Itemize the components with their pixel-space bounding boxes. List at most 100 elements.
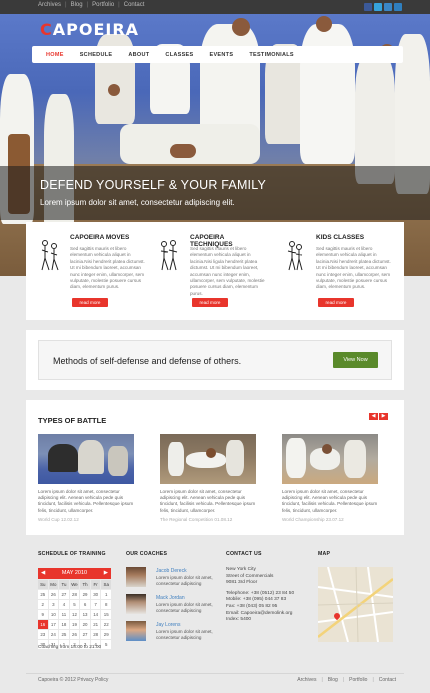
feature-kids-classes: KIDS CLASSES Sed sagittis mauris et libe… (272, 222, 392, 320)
coach-name[interactable]: Mack Jordan (156, 595, 185, 601)
bottom-link-contact[interactable]: Contact (379, 677, 396, 683)
nav-about[interactable]: ABOUT (120, 52, 157, 58)
calendar-day[interactable]: 21 (90, 620, 101, 629)
site-logo[interactable]: CAPOEIRA (40, 20, 139, 39)
nav-schedule[interactable]: SCHEDULE (72, 52, 121, 58)
coach-item: Jacob Dereck Lorem ipsum dolor sit amet,… (126, 567, 216, 587)
calendar-day[interactable]: 29 (80, 590, 90, 599)
schedule-title: SCHEDULE OF TRAINING (38, 551, 106, 557)
calendar-weekday: Tu (59, 580, 69, 589)
bottom-link-blog[interactable]: Blog (328, 677, 338, 683)
calendar-day[interactable]: 28 (69, 590, 80, 599)
next-arrow-icon[interactable]: ▶ (379, 413, 388, 420)
feature-text: Sed sagittis mauris et libero elementum … (190, 246, 265, 296)
calendar-day[interactable]: 10 (48, 610, 59, 619)
bottom-link-portfolio[interactable]: Portfolio (349, 677, 367, 683)
calendar-day[interactable]: 16 (38, 620, 48, 629)
read-more-button[interactable]: read more (318, 298, 354, 307)
battle-card-text: Lorem ipsum dolor sit amet, consectetur … (160, 489, 256, 513)
prev-arrow-icon[interactable]: ◀ (369, 413, 378, 420)
calendar-day[interactable]: 2 (38, 600, 48, 609)
calendar-day[interactable]: 5 (69, 600, 80, 609)
calendar-day[interactable]: 25 (38, 590, 48, 599)
calendar-day[interactable]: 17 (48, 620, 59, 629)
calendar-day[interactable]: 29 (101, 630, 111, 639)
bottom-links: Archives | Blog | Portfolio | Contact (297, 677, 396, 683)
nav-classes[interactable]: CLASSES (157, 52, 201, 58)
calendar-day[interactable]: 28 (90, 630, 101, 639)
calendar-day[interactable]: 25 (59, 630, 69, 639)
location-map[interactable] (318, 567, 393, 642)
schedule-note: Coaching from 18:00 to 21:00 (38, 645, 102, 650)
facebook-icon[interactable] (364, 3, 372, 11)
battle-card-text: Lorem ipsum dolor sit amet, consectetur … (282, 489, 378, 513)
calendar-day[interactable]: 20 (80, 620, 90, 629)
battle-photo[interactable] (160, 434, 256, 484)
coach-name[interactable]: Jay Lorens (156, 622, 180, 628)
fighters-icon (287, 241, 303, 271)
bottom-link-archives[interactable]: Archives (297, 677, 316, 683)
battle-card-meta: World Championship 23.07.12 (282, 516, 344, 522)
nav-home[interactable]: HOME (38, 52, 72, 58)
calendar-weekday: Su (38, 580, 48, 589)
calendar-day[interactable]: 8 (101, 600, 111, 609)
calendar-day[interactable]: 15 (101, 610, 111, 619)
calendar-day[interactable]: 11 (59, 610, 69, 619)
calendar-day[interactable]: 18 (59, 620, 69, 629)
battle-photo[interactable] (38, 434, 134, 484)
top-link-archives[interactable]: Archives (38, 2, 61, 8)
top-link-portfolio[interactable]: Portfolio (92, 2, 114, 8)
battle-card: Lorem ipsum dolor sit amet, consectetur … (282, 434, 378, 522)
calendar-day[interactable]: 5 (101, 640, 111, 649)
calendar-day[interactable]: 30 (90, 590, 101, 599)
battle-card-text: Lorem ipsum dolor sit amet, consectetur … (38, 489, 134, 513)
calendar-day[interactable]: 7 (90, 600, 101, 609)
nav-testimonials[interactable]: TESTIMONIALS (241, 52, 302, 58)
hero-caption-band (0, 166, 430, 220)
calendar-next-icon[interactable]: ▶ (104, 568, 108, 579)
calendar-day[interactable]: 27 (59, 590, 69, 599)
calendar-day[interactable]: 14 (90, 610, 101, 619)
rss-icon[interactable] (384, 3, 392, 11)
twitter-icon[interactable] (374, 3, 382, 11)
calendar-day[interactable]: 24 (48, 630, 59, 639)
calendar-day[interactable]: 19 (69, 620, 80, 629)
calendar-day[interactable]: 26 (69, 630, 80, 639)
fighters-icon (41, 240, 59, 271)
avatar[interactable] (126, 594, 146, 614)
share-icon[interactable] (394, 3, 402, 11)
feature-text: Sed sagittis mauris et libero elementum … (316, 246, 391, 290)
calendar-day[interactable]: 6 (80, 600, 90, 609)
avatar[interactable] (126, 567, 146, 587)
calendar-day[interactable]: 3 (48, 600, 59, 609)
contact-title: CONTACT US (226, 551, 262, 557)
calendar-day[interactable]: 22 (101, 620, 111, 629)
types-of-battle-section: TYPES OF BATTLE ◀ ▶ Lorem ipsum dolor si… (26, 400, 404, 535)
avatar[interactable] (126, 621, 146, 641)
calendar-day[interactable]: 27 (80, 630, 90, 639)
top-link-contact[interactable]: Contact (124, 2, 145, 8)
feature-text: Sed sagittis mauris et libero elementum … (70, 246, 145, 290)
read-more-button[interactable]: read more (192, 298, 228, 307)
calendar-day[interactable]: 1 (101, 590, 111, 599)
hero-title: DEFEND YOURSELF & YOUR FAMILY (40, 178, 266, 192)
battle-photo[interactable] (282, 434, 378, 484)
calendar-day[interactable]: 4 (59, 600, 69, 609)
calendar-prev-icon[interactable]: ◀ (41, 568, 45, 579)
calendar-day[interactable]: 12 (69, 610, 80, 619)
calendar-day[interactable]: 23 (38, 630, 48, 639)
calendar-header: ◀ MAY 2010 ▶ (38, 568, 111, 579)
coach-name[interactable]: Jacob Dereck (156, 568, 187, 574)
calendar-day[interactable]: 26 (48, 590, 59, 599)
top-bar: Archives | Blog | Portfolio | Contact (0, 0, 430, 14)
calendar-weekday: We (69, 580, 80, 589)
call-to-action: Methods of self-defense and defense of o… (26, 330, 404, 390)
fighters-icon (160, 240, 178, 271)
nav-events[interactable]: EVENTS (202, 52, 242, 58)
view-now-button[interactable]: View Now (333, 352, 378, 368)
top-link-blog[interactable]: Blog (71, 2, 83, 8)
hero-subtitle: Lorem ipsum dolor sit amet, consectetur … (40, 198, 235, 207)
calendar-day[interactable]: 13 (80, 610, 90, 619)
read-more-button[interactable]: read more (72, 298, 108, 307)
calendar-day[interactable]: 9 (38, 610, 48, 619)
